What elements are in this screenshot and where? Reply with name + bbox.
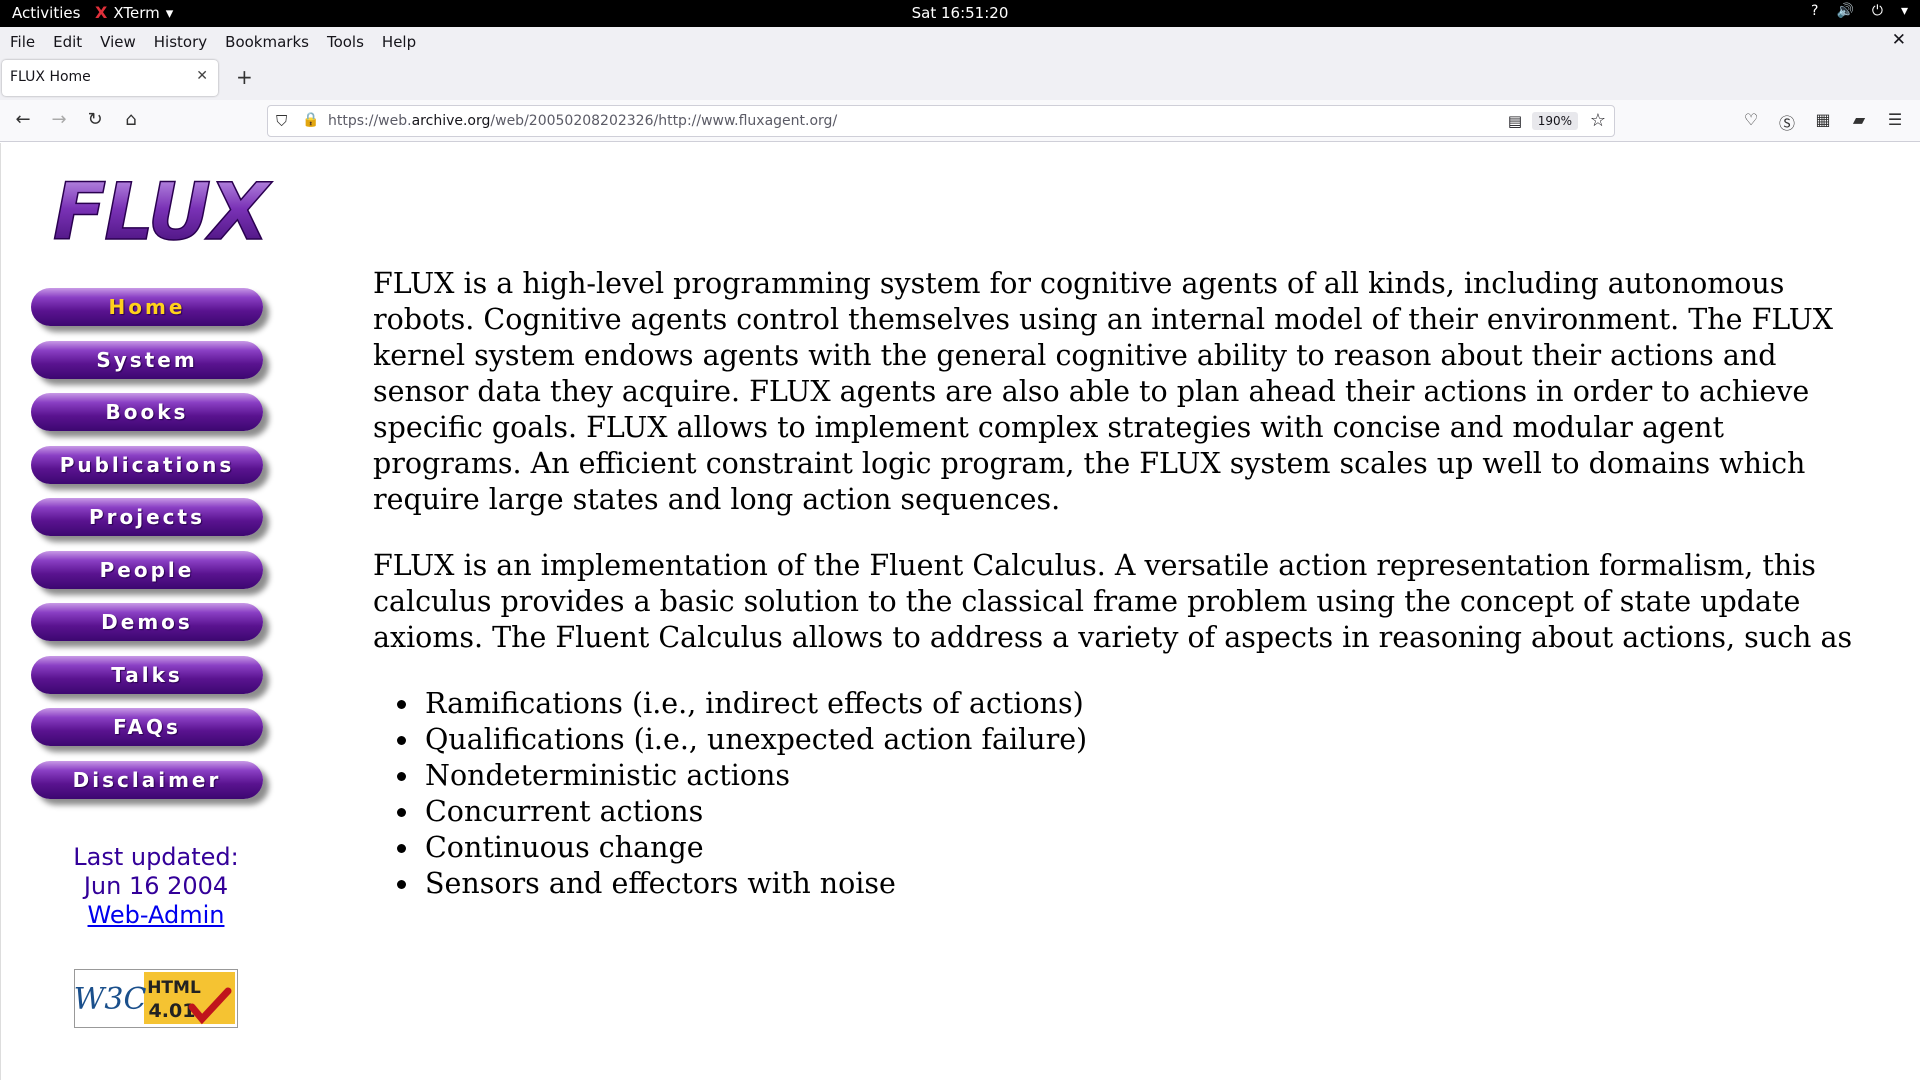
chevron-down-icon: ▾ xyxy=(165,4,174,22)
power-icon: ⏻ xyxy=(1871,3,1883,19)
list-item: Continuous change xyxy=(421,830,1873,866)
svg-text:W3C: W3C xyxy=(74,982,146,1017)
last-updated-date: Jun 16 2004 xyxy=(83,872,229,900)
reload-icon[interactable]: ↻ xyxy=(83,109,107,130)
nav-books-button[interactable]: Books xyxy=(31,393,263,431)
list-item: Ramifications (i.e., indirect effects of… xyxy=(421,686,1873,722)
flux-logo: FLUX xyxy=(52,173,275,253)
new-tab-button[interactable]: + xyxy=(236,65,253,89)
url-bar[interactable]: ⛉ 🔒 https://web.archive.org/web/20050208… xyxy=(267,105,1615,137)
xterm-icon: X xyxy=(95,3,108,22)
menu-tools[interactable]: Tools xyxy=(317,33,372,51)
w3c-html401-badge[interactable]: W3C HTML 4.01 xyxy=(74,969,238,1029)
zoom-level-badge[interactable]: 190% xyxy=(1531,112,1578,130)
home-icon[interactable]: ⌂ xyxy=(119,109,143,130)
tab-flux-home[interactable]: FLUX Home ✕ xyxy=(2,60,218,96)
reader-view-icon[interactable]: ▤ xyxy=(1508,112,1522,130)
nav-talks-button[interactable]: Talks xyxy=(31,655,263,694)
forward-icon[interactable]: → xyxy=(47,109,71,130)
list-item: Concurrent actions xyxy=(421,794,1873,830)
chevron-down-icon: ▾ xyxy=(1900,3,1908,19)
nav-publications-button[interactable]: Publications xyxy=(31,445,263,484)
app-menu-label: XTerm xyxy=(113,4,160,22)
app-menu-icon[interactable]: ☰ xyxy=(1884,110,1906,129)
url-text[interactable]: https://web.archive.org/web/200502082023… xyxy=(328,113,837,129)
extension-grid-icon[interactable]: ▦ xyxy=(1812,110,1834,129)
nav-faqs-button[interactable]: FAQs xyxy=(31,708,263,746)
web-page: FLUX Home System Books Publications Proj… xyxy=(0,143,1920,1080)
volume-icon: 🔊 xyxy=(1836,3,1854,19)
close-window-button[interactable]: ✕ xyxy=(1892,30,1906,50)
last-updated: Last updated: Jun 16 2004 Web-Admin xyxy=(31,843,281,930)
main-content: FLUX is a high-level programming system … xyxy=(373,266,1873,902)
list-item: Nondeterministic actions xyxy=(421,758,1873,794)
close-tab-icon[interactable]: ✕ xyxy=(196,68,208,84)
tab-title: FLUX Home xyxy=(10,69,91,85)
aspects-list: Ramifications (i.e., indirect effects of… xyxy=(421,686,1873,902)
clock[interactable]: Sat 16:51:20 xyxy=(912,4,1009,22)
navigation-toolbar: ← → ↻ ⌂ ⛉ 🔒 https://web.archive.org/web/… xyxy=(0,100,1920,142)
menu-edit[interactable]: Edit xyxy=(43,33,90,51)
svg-text:4.01: 4.01 xyxy=(149,1000,196,1022)
nav-people-button[interactable]: People xyxy=(31,550,263,589)
menu-file[interactable]: File xyxy=(0,33,43,51)
site-navigation: Home System Books Publications Projects … xyxy=(31,288,281,813)
lock-icon[interactable]: 🔒 xyxy=(302,112,319,128)
last-updated-label: Last updated: xyxy=(73,843,239,871)
pocket-icon[interactable]: ♡ xyxy=(1740,110,1762,129)
menu-help[interactable]: Help xyxy=(372,33,424,51)
tab-strip: FLUX Home ✕ + xyxy=(0,56,1920,100)
nav-system-button[interactable]: System xyxy=(31,340,263,379)
nav-projects-button[interactable]: Projects xyxy=(31,498,263,536)
back-icon[interactable]: ← xyxy=(11,109,35,130)
svg-text:HTML: HTML xyxy=(147,978,201,998)
extension-s-icon[interactable]: Ⓢ xyxy=(1776,110,1798,134)
fluent-calculus-paragraph: FLUX is an implementation of the Fluent … xyxy=(373,549,1853,654)
list-item: Qualifications (i.e., unexpected action … xyxy=(421,722,1873,758)
nav-disclaimer-button[interactable]: Disclaimer xyxy=(31,760,263,799)
network-icon: ? xyxy=(1811,3,1819,19)
extension-folder-icon[interactable]: ▰ xyxy=(1848,110,1870,129)
nav-home-button[interactable]: Home xyxy=(31,288,263,326)
activities-button[interactable]: Activities xyxy=(12,4,80,22)
svg-text:FLUX: FLUX xyxy=(53,173,273,253)
bookmark-star-icon[interactable]: ☆ xyxy=(1590,110,1606,131)
system-top-bar: Activities X XTerm ▾ Sat 16:51:20 ? 🔊 ⏻ … xyxy=(0,0,1920,27)
app-menu[interactable]: X XTerm ▾ xyxy=(95,4,173,22)
web-admin-link[interactable]: Web-Admin xyxy=(88,901,225,929)
menu-view[interactable]: View xyxy=(90,33,144,51)
menu-history[interactable]: History xyxy=(144,33,215,51)
nav-demos-button[interactable]: Demos xyxy=(31,603,263,641)
list-item: Sensors and effectors with noise xyxy=(421,866,1873,902)
intro-paragraph: FLUX is a high-level programming system … xyxy=(373,267,1834,516)
tracking-shield-icon[interactable]: ⛉ xyxy=(276,112,287,130)
menu-bookmarks[interactable]: Bookmarks xyxy=(215,33,317,51)
menu-bar: File Edit View History Bookmarks Tools H… xyxy=(0,27,1920,56)
status-area[interactable]: ? 🔊 ⏻ ▾ xyxy=(1811,3,1908,19)
